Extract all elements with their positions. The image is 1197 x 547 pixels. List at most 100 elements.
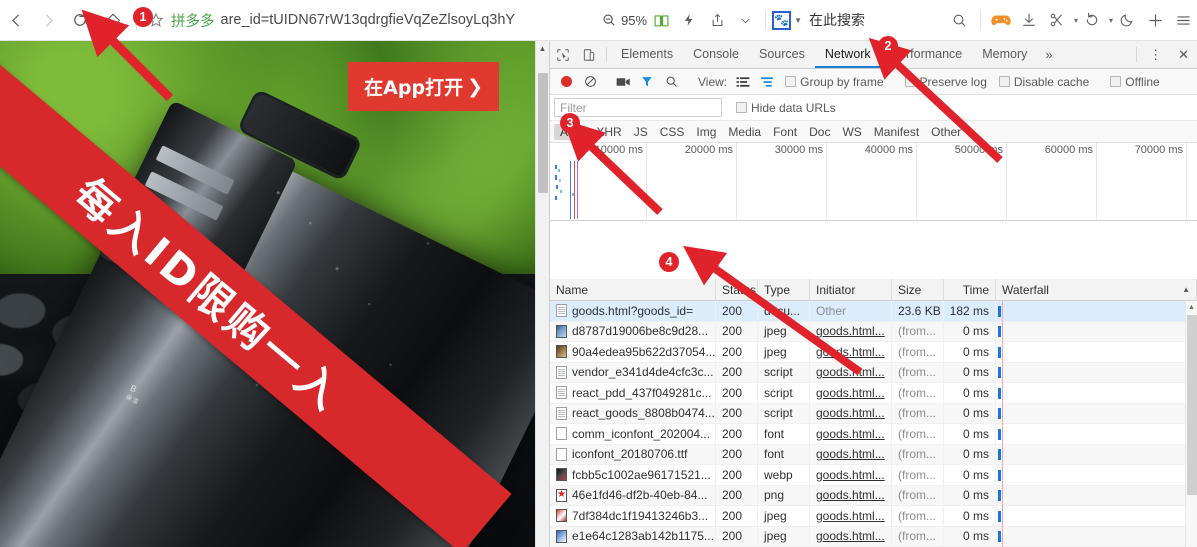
tab-memory[interactable]: Memory [972,41,1037,68]
table-row[interactable]: react_goods_8808b0474... 200 script goods.h… [550,403,1197,424]
page-scroll-up-icon[interactable]: ▲ [536,41,549,56]
cell-initiator[interactable]: goods.html... [810,485,892,506]
cell-initiator[interactable]: goods.html... [810,464,892,485]
forward-icon[interactable] [32,4,64,36]
table-row[interactable]: d8787d19006be8c9d28... 200 jpeg goods.html.… [550,321,1197,342]
clear-button[interactable] [578,70,602,94]
disable-cache-checkbox[interactable]: Disable cache [998,75,1089,89]
type-filter-js[interactable]: JS [628,124,654,140]
type-filter-font[interactable]: Font [767,124,803,140]
search-icon[interactable] [659,70,683,94]
filter-icon[interactable] [635,70,659,94]
type-filter-ws[interactable]: WS [836,124,867,140]
more-tabs-icon[interactable]: » [1037,41,1060,68]
type-filter-other[interactable]: Other [925,124,967,140]
cell-initiator[interactable]: goods.html... [810,403,892,424]
table-row[interactable]: goods.html?goods_id= 200 docu... Other 23.6 … [550,300,1197,322]
view-waterfall-icon[interactable] [755,70,779,94]
table-row[interactable]: react_pdd_437f049281c... 200 script goods.h… [550,382,1197,404]
cell-waterfall [996,341,1197,362]
zoom-indicator[interactable]: 95% [602,13,647,28]
search-input[interactable]: 在此搜索 [809,10,865,30]
table-row[interactable]: 90a4edea95b622d37054... 200 jpeg goods.html… [550,341,1197,363]
capture-screenshots-icon[interactable] [611,70,635,94]
table-scroll-thumb[interactable] [1187,315,1197,495]
table-row[interactable]: vendor_e341d4de4cfc3c... 200 script goods.h… [550,362,1197,383]
network-overview-timeline[interactable]: 10000 ms 20000 ms 30000 ms 40000 ms 5000… [550,143,1197,221]
back-icon[interactable] [0,4,32,36]
column-header-waterfall[interactable]: Waterfall ▲ [996,279,1197,301]
type-filter-manifest[interactable]: Manifest [868,124,925,140]
column-header-type[interactable]: Type [758,279,810,301]
gamepad-icon[interactable] [987,5,1015,35]
table-scroll-up-icon[interactable]: ▲ [1186,301,1197,313]
offline-checkbox[interactable]: Offline [1110,75,1160,89]
open-in-app-button[interactable]: 在App打开 ❯ [348,62,499,111]
tab-console[interactable]: Console [683,41,749,68]
hide-data-urls-checkbox[interactable]: Hide data URLs [736,101,836,115]
dark-mode-icon[interactable] [1113,5,1141,35]
column-header-size[interactable]: Size [892,279,944,301]
reader-view-icon[interactable] [647,5,675,35]
filter-input[interactable]: Filter [554,98,722,117]
menu-icon[interactable] [1169,5,1197,35]
type-filter-img[interactable]: Img [690,124,722,140]
table-row[interactable]: comm_iconfont_202004... 200 font goods.html… [550,423,1197,445]
cell-initiator[interactable]: goods.html... [810,321,892,342]
home-icon[interactable] [96,4,130,36]
type-filter-all[interactable]: All [554,123,580,140]
cell-initiator[interactable]: goods.html... [810,423,892,444]
page-scrollbar[interactable]: ▲ [535,41,549,547]
toggle-device-toolbar-icon[interactable] [576,41,602,68]
tab-network[interactable]: Network [814,41,881,68]
preserve-log-box [904,76,916,87]
view-list-icon[interactable] [731,70,755,94]
chevron-down-icon[interactable] [731,5,759,35]
column-header-time[interactable]: Time [944,279,996,301]
column-header-status[interactable]: Status [716,279,758,301]
cell-initiator[interactable]: goods.html... [810,444,892,465]
bookmark-icon[interactable] [143,5,169,35]
tab-elements[interactable]: Elements [611,41,683,68]
page-scroll-thumb[interactable] [538,73,548,193]
cell-waterfall [996,362,1197,383]
cell-initiator[interactable]: goods.html... [810,382,892,403]
lightning-icon[interactable] [675,5,703,35]
overview-tick: 20000 ms [685,143,737,221]
group-by-frame-checkbox[interactable]: Group by frame [785,75,884,89]
close-icon[interactable]: ✕ [1170,41,1197,68]
table-row[interactable]: iconfont_20180706.ttf 200 font goods.html..… [550,444,1197,465]
scissors-icon[interactable] [1043,5,1071,35]
table-row[interactable]: 7df384dc1f19413246b3... 200 jpeg goods.html… [550,505,1197,527]
type-filter-xhr[interactable]: XHR [590,124,627,140]
tab-performance[interactable]: Performance [881,41,973,68]
cell-initiator[interactable]: goods.html... [810,341,892,362]
column-header-name[interactable]: Name [550,279,716,301]
column-header-initiator[interactable]: Initiator [810,279,892,301]
devtools-menu-icon[interactable]: ⋮ [1141,41,1170,68]
table-row[interactable]: 46e1fd46-df2b-40eb-84... 200pnggoods.html… [550,485,1197,506]
search-icon[interactable] [946,5,974,35]
history-icon[interactable] [1078,5,1106,35]
table-row[interactable]: fcbb5c1002ae96171521... 200 webp goods.html… [550,464,1197,486]
preserve-log-checkbox[interactable]: Preserve log [904,75,987,89]
tab-sources[interactable]: Sources [749,41,815,68]
overview-domcontentloaded-line [570,161,571,219]
inspect-element-icon[interactable] [550,41,576,68]
cell-initiator[interactable]: goods.html... [810,362,892,383]
reload-icon[interactable] [64,4,96,36]
cell-initiator[interactable]: goods.html... [810,505,892,526]
type-filter-media[interactable]: Media [722,124,767,140]
record-button[interactable] [554,70,578,94]
download-icon[interactable] [1015,5,1043,35]
table-row[interactable]: e1e64c1283ab142b1175... 200 jpeg goods.html… [550,526,1197,547]
search-engine-selector[interactable]: 🐾 ▼ [772,10,802,30]
waterfall-marker-line [1002,300,1003,321]
type-filter-css[interactable]: CSS [654,124,691,140]
address-bar[interactable]: are_id=tUIDN67rW13qdrgfieVqZeZlsoyLq3hY [221,12,597,28]
type-filter-doc[interactable]: Doc [803,124,836,140]
new-tab-icon[interactable] [1141,5,1169,35]
share-icon[interactable] [703,5,731,35]
table-scrollbar[interactable]: ▲ [1185,301,1197,547]
cell-initiator[interactable]: goods.html... [810,526,892,547]
